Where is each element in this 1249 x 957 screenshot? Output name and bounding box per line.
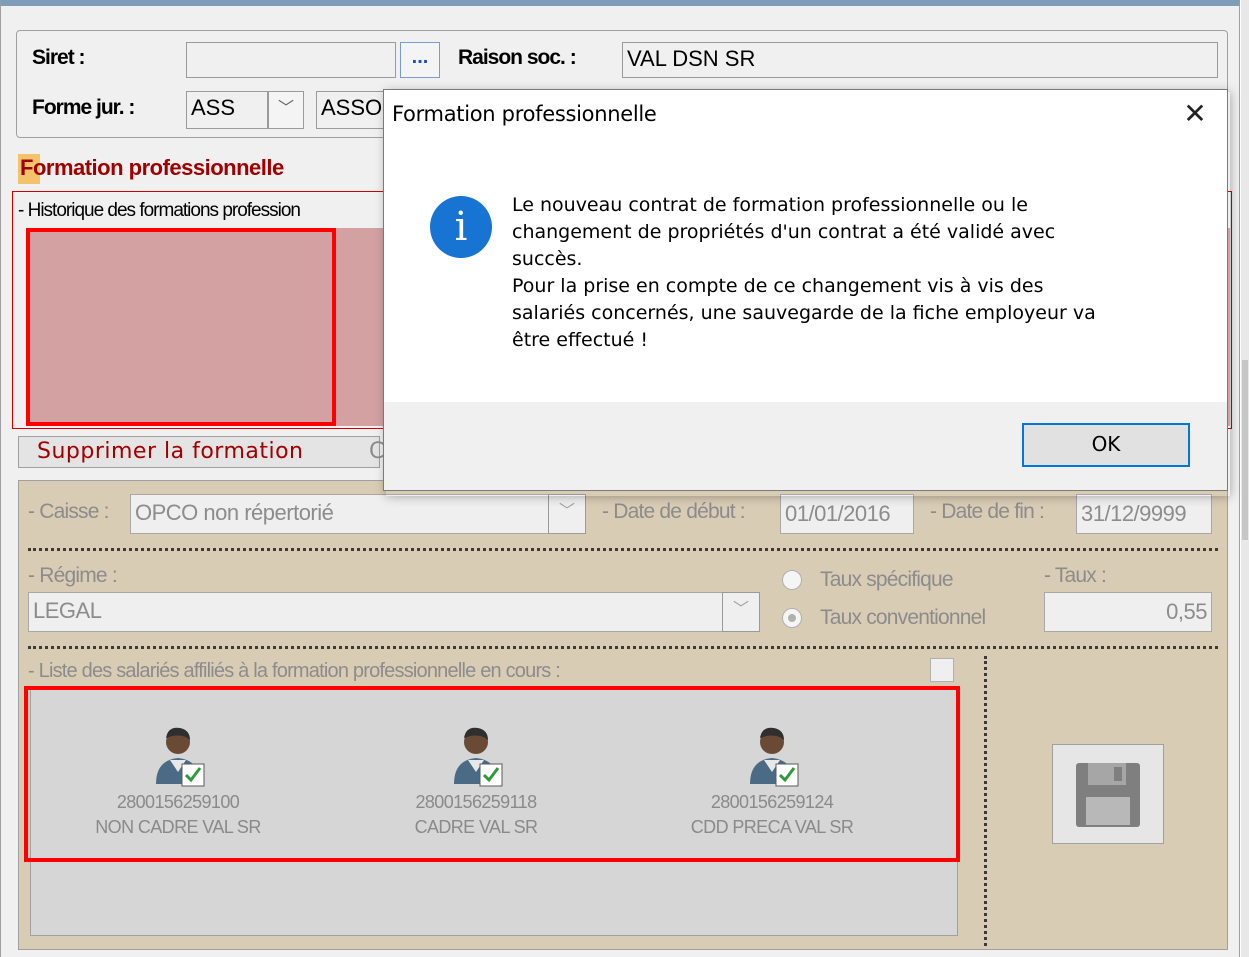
employee-name: CADRE VAL SR [414,817,538,837]
user-checked-icon [750,727,799,787]
forme-juridique-label: Forme jur. : [32,96,135,119]
taux-specifique-radio[interactable] [782,570,802,590]
employee-item[interactable]: 2800156259118 CADRE VAL SR [346,720,606,840]
employee-name: CDD PRECA VAL SR [690,817,854,837]
user-checked-icon [156,727,205,787]
message-line: changement de propriétés d'un contrat a … [512,221,1056,243]
regime-label: - Régime : [28,564,118,587]
regime-select[interactable]: LEGAL [28,592,726,632]
employee-number: 2800156259100 [116,792,240,812]
employee-list-label: - Liste des salariés affiliés à la forma… [28,660,561,682]
select-all-checkbox[interactable] [930,658,954,682]
employee-item[interactable]: 2800156259100 NON CADRE VAL SR [48,720,308,840]
info-dialog: Formation professionnelle ✕ i Le nouveau… [383,89,1228,491]
user-checked-icon [454,727,503,787]
employee-number: 2800156259118 [415,792,537,812]
info-icon: i [430,196,492,258]
date-fin-field[interactable]: 31/12/9999 [1076,494,1212,534]
ok-button[interactable]: OK [1022,423,1190,467]
delete-formation-label: Supprimer la formation [37,439,304,464]
scrollbar-thumb[interactable] [1242,360,1248,540]
employee-item[interactable]: 2800156259124 CDD PRECA VAL SR [642,720,902,840]
history-list[interactable] [336,228,384,426]
message-line: Le nouveau contrat de formation professi… [512,194,1028,216]
caisse-select[interactable]: OPCO non répertorié [130,494,552,534]
caisse-label: - Caisse : [28,500,109,523]
floppy-disk-icon [1076,763,1140,827]
taux-specifique-label: Taux spécifique [820,568,954,591]
taux-field[interactable]: 0,55 [1044,592,1212,632]
caisse-chevron-down-icon[interactable]: ﹀ [548,494,586,534]
separator-vertical [984,656,987,946]
siret-label: Siret : [32,46,86,69]
date-debut-field[interactable]: 01/01/2016 [780,494,914,534]
employee-number: 2800156259124 [710,792,834,812]
dialog-message: Le nouveau contrat de formation professi… [512,192,1202,354]
window-scrollbar[interactable] [1241,0,1249,957]
taux-label: - Taux : [1044,564,1107,587]
date-fin-label: - Date de fin : [930,500,1045,523]
separator [28,548,1218,551]
taux-conventionnel-label: Taux conventionnel [820,606,986,629]
delete-formation-button[interactable]: Supprimer la formation C [18,436,384,468]
message-line: succès. [512,248,583,270]
siret-lookup-button[interactable]: ... [400,42,440,78]
regime-chevron-down-icon[interactable]: ﹀ [722,592,760,632]
message-line: être effectué ! [512,329,649,351]
forme-juridique-code[interactable]: ASS [186,91,268,129]
date-debut-label: - Date de début : [602,500,746,523]
raison-sociale-field[interactable]: VAL DSN SR [622,42,1218,78]
message-line: salariés concernés, une sauvegarde de la… [512,302,1096,324]
siret-field[interactable] [186,42,396,78]
separator [28,646,1218,649]
employee-name: NON CADRE VAL SR [95,817,261,837]
forme-dropdown-chevron-down-icon[interactable]: ﹀ [268,91,304,129]
close-icon[interactable]: ✕ [1178,98,1212,132]
section-title: Formation professionnelle [20,155,284,180]
dialog-title: Formation professionnelle [392,102,657,126]
save-button[interactable] [1052,744,1164,844]
history-list-highlight[interactable] [26,228,336,426]
message-line: Pour la prise en compte de ce changement… [512,275,1044,297]
history-label: - Historique des formations profession [18,200,301,221]
taux-conventionnel-radio[interactable] [782,608,802,628]
raison-sociale-label: Raison soc. : [458,46,577,69]
